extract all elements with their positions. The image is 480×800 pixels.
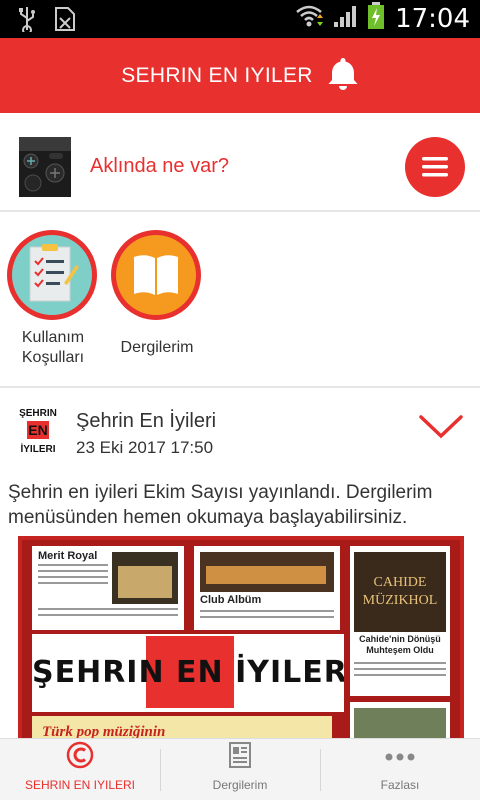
post-text: Şehrin en iyileri Ekim Sayısı yayınlandı… — [8, 482, 433, 528]
no-sim-icon — [54, 6, 76, 37]
magazine-icon — [228, 741, 252, 774]
magazine-card-title: Cahide'nin Dönüşü Muhteşem Oldu — [359, 634, 441, 655]
shortcut-label: Kullanım — [21, 329, 85, 346]
svg-text:EN: EN — [28, 422, 47, 438]
hamburger-icon — [422, 157, 448, 177]
more-dots-icon — [384, 745, 416, 774]
magazine-card-title: Merit Royal — [38, 550, 98, 562]
tab-home[interactable]: SEHRIN EN IYILERI — [0, 739, 160, 800]
shortcut-label: Dergilerim — [120, 339, 194, 356]
app-title: SEHRIN EN IYILER — [121, 63, 313, 87]
publisher-logo[interactable]: ŞEHRIN EN İYILERI — [19, 404, 57, 456]
book-icon — [116, 235, 196, 315]
magazine-strip-text: Türk pop müziğinin — [42, 724, 166, 738]
chevron-down-icon[interactable] — [418, 412, 464, 447]
status-bar: 17:04 — [0, 0, 480, 38]
tab-label: SEHRIN EN IYILERI — [24, 778, 136, 792]
wifi-icon — [295, 4, 324, 33]
shortcut-terms-of-use[interactable]: Kullanım Koşulları — [7, 230, 99, 368]
notification-bell-icon[interactable] — [327, 56, 359, 95]
tab-label: Dergilerim — [212, 778, 268, 792]
battery-charging-icon — [367, 2, 385, 35]
app-bar: SEHRIN EN IYILER — [0, 38, 480, 113]
svg-text:ŞEHRIN: ŞEHRIN — [19, 408, 57, 419]
magazine-masthead: ŞEHRIN EN İYILERI — [32, 655, 344, 690]
signal-icon — [333, 4, 357, 33]
feed-post: ŞEHRIN EN İYILERI Şehrin En İyileri 23 E… — [0, 390, 480, 738]
bottom-navigation: SEHRIN EN IYILERI Dergilerim Fazlası — [0, 738, 480, 800]
svg-text:İYILERI: İYILERI — [20, 442, 55, 455]
copyright-logo-icon — [66, 741, 94, 774]
avatar[interactable] — [19, 137, 71, 197]
svg-text:CAHIDE: CAHIDE — [374, 575, 427, 590]
shortcut-label: Koşulları — [21, 349, 85, 366]
clock: 17:04 — [395, 3, 470, 34]
magazine-card-title: Club Albüm — [200, 594, 262, 606]
shortcuts-row: Kullanım Koşulları Dergilerim — [0, 214, 480, 388]
composer-prompt[interactable]: Aklında ne var? — [90, 155, 229, 178]
post-author[interactable]: Şehrin En İyileri — [76, 410, 216, 433]
tab-my-magazines[interactable]: Dergilerim — [160, 739, 320, 800]
tab-label: Fazlası — [380, 778, 420, 792]
checklist-icon — [12, 235, 92, 315]
tab-more[interactable]: Fazlası — [320, 739, 480, 800]
menu-button[interactable] — [405, 137, 465, 197]
magazine-preview-image[interactable]: CAHIDE MÜZIKHOL Merit Royal Club Albüm C… — [18, 536, 464, 738]
post-date: 23 Eki 2017 17:50 — [76, 438, 214, 457]
svg-text:MÜZIKHOL: MÜZIKHOL — [363, 591, 438, 608]
usb-icon — [18, 6, 36, 37]
shortcut-my-magazines[interactable]: Dergilerim — [111, 230, 203, 358]
